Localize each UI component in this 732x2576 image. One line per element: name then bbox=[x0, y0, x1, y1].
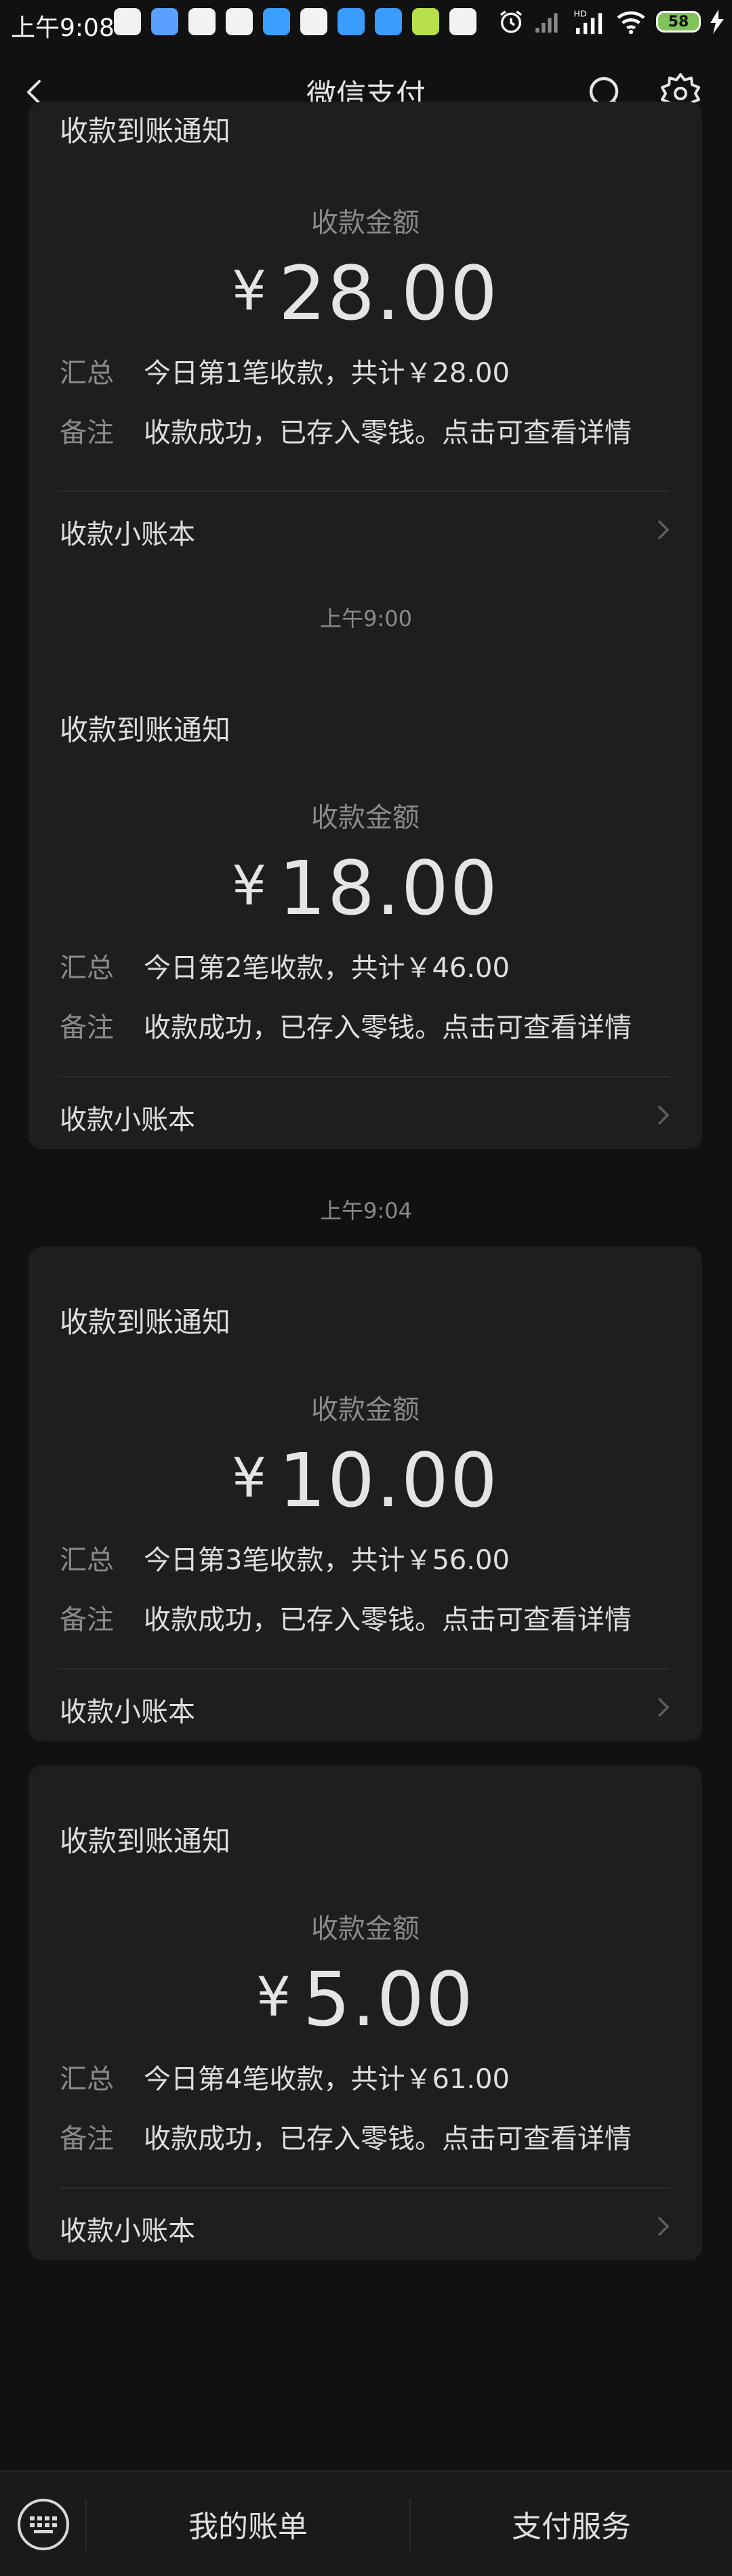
payment-card[interactable]: 收款到账通知 收款金额 ¥10.00 汇总 今日第3笔收款，共计￥56.00 备… bbox=[28, 1247, 702, 1741]
app-notification-icon bbox=[114, 8, 141, 35]
summary-row: 汇总 今日第2笔收款，共计￥46.00 bbox=[60, 946, 510, 985]
app-notification-icon bbox=[375, 8, 402, 35]
note-key: 备注 bbox=[60, 417, 114, 449]
signal-hd-icon: HD bbox=[573, 9, 603, 35]
ledger-link-label: 收款小账本 bbox=[60, 1697, 195, 1728]
ledger-link[interactable]: 收款小账本 bbox=[28, 1077, 702, 1149]
alarm-icon bbox=[500, 10, 522, 33]
amount-number: 18.00 bbox=[278, 845, 499, 932]
amount-value: ¥10.00 bbox=[28, 1443, 702, 1518]
ledger-link[interactable]: 收款小账本 bbox=[28, 1669, 702, 1741]
keyboard-icon[interactable] bbox=[16, 2497, 70, 2552]
payment-card[interactable]: 收款到账通知 收款金额 ¥5.00 汇总 今日第4笔收款，共计￥61.00 备注… bbox=[28, 1766, 702, 2260]
note-row: 备注 收款成功，已存入零钱。点击可查看详情 bbox=[60, 1005, 632, 1045]
bottom-menu-bar: 我的账单 支付服务 bbox=[0, 2470, 732, 2576]
wifi-icon bbox=[617, 11, 645, 35]
payment-card[interactable]: 收款到账通知 收款金额 ¥18.00 汇总 今日第2笔收款，共计￥46.00 备… bbox=[28, 655, 702, 1149]
ledger-link[interactable]: 收款小账本 bbox=[28, 2188, 702, 2260]
summary-value: 今日第2笔收款，共计￥46.00 bbox=[144, 953, 510, 984]
app-notification-icon bbox=[338, 8, 365, 35]
my-bills-button[interactable]: 我的账单 bbox=[87, 2472, 409, 2576]
summary-row: 汇总 今日第3笔收款，共计￥56.00 bbox=[60, 1538, 510, 1577]
amount-label: 收款金额 bbox=[311, 802, 420, 833]
app-notification-icon bbox=[188, 8, 216, 35]
status-bar: 上午9:08 HD 58 bbox=[0, 0, 732, 47]
currency-symbol: ¥ bbox=[232, 1447, 268, 1510]
status-time: 上午9:08 bbox=[11, 14, 115, 42]
summary-key: 汇总 bbox=[60, 953, 114, 984]
svg-text:HD: HD bbox=[573, 9, 587, 19]
amount-number: 10.00 bbox=[278, 1437, 499, 1524]
amount-value: ¥5.00 bbox=[28, 1962, 702, 2037]
card-title: 收款到账通知 bbox=[60, 115, 231, 148]
chevron-right-icon bbox=[658, 520, 670, 539]
chevron-right-icon bbox=[658, 2217, 670, 2236]
app-notification-icon bbox=[412, 8, 439, 35]
note-key: 备注 bbox=[60, 2123, 114, 2155]
currency-symbol: ¥ bbox=[232, 854, 268, 917]
amount-number: 28.00 bbox=[278, 250, 499, 337]
card-title: 收款到账通知 bbox=[60, 713, 231, 747]
ledger-link-label: 收款小账本 bbox=[60, 519, 195, 550]
notification-icons bbox=[114, 8, 476, 35]
note-value: 收款成功，已存入零钱。点击可查看详情 bbox=[144, 1012, 632, 1043]
summary-key: 汇总 bbox=[60, 358, 114, 389]
summary-value: 今日第4笔收款，共计￥61.00 bbox=[144, 2064, 510, 2095]
payment-services-button[interactable]: 支付服务 bbox=[411, 2472, 732, 2576]
ledger-link-label: 收款小账本 bbox=[60, 1104, 195, 1136]
amount-value: ¥28.00 bbox=[28, 256, 702, 331]
currency-symbol: ¥ bbox=[232, 259, 268, 323]
app-notification-icon bbox=[226, 8, 253, 35]
summary-value: 今日第1笔收款，共计￥28.00 bbox=[144, 358, 510, 389]
message-timestamp: 上午9:00 bbox=[320, 606, 412, 631]
note-key: 备注 bbox=[60, 1604, 114, 1636]
note-row: 备注 收款成功，已存入零钱。点击可查看详情 bbox=[60, 2117, 632, 2156]
currency-symbol: ¥ bbox=[256, 1966, 292, 2029]
note-value: 收款成功，已存入零钱。点击可查看详情 bbox=[144, 2123, 632, 2155]
note-key: 备注 bbox=[60, 1012, 114, 1043]
amount-label: 收款金额 bbox=[311, 1394, 420, 1426]
amount-value: ¥18.00 bbox=[28, 851, 702, 926]
ledger-link-label: 收款小账本 bbox=[60, 2216, 195, 2247]
note-row: 备注 收款成功，已存入零钱。点击可查看详情 bbox=[60, 411, 632, 450]
summary-value: 今日第3笔收款，共计￥56.00 bbox=[144, 1545, 510, 1576]
card-title: 收款到账通知 bbox=[60, 1825, 231, 1858]
message-timestamp: 上午9:04 bbox=[320, 1198, 412, 1224]
amount-label: 收款金额 bbox=[311, 207, 420, 238]
summary-key: 汇总 bbox=[60, 1545, 114, 1576]
summary-key: 汇总 bbox=[60, 2064, 114, 2095]
app-notification-icon bbox=[151, 8, 178, 35]
amount-number: 5.00 bbox=[302, 1956, 474, 2043]
app-notification-icon bbox=[263, 8, 290, 35]
note-row: 备注 收款成功，已存入零钱。点击可查看详情 bbox=[60, 1598, 632, 1637]
ledger-link[interactable]: 收款小账本 bbox=[28, 492, 702, 566]
battery-indicator: 58 bbox=[656, 11, 701, 33]
summary-row: 汇总 今日第4笔收款，共计￥61.00 bbox=[60, 2057, 510, 2096]
amount-label: 收款金额 bbox=[311, 1913, 420, 1945]
note-value: 收款成功，已存入零钱。点击可查看详情 bbox=[144, 417, 632, 449]
signal-icon bbox=[535, 13, 558, 33]
chevron-right-icon bbox=[658, 1698, 670, 1717]
chevron-right-icon bbox=[658, 1106, 670, 1125]
card-title: 收款到账通知 bbox=[60, 1306, 231, 1339]
charging-icon bbox=[710, 9, 724, 34]
note-value: 收款成功，已存入零钱。点击可查看详情 bbox=[144, 1604, 632, 1636]
app-notification-icon bbox=[300, 8, 327, 35]
download-icon bbox=[449, 8, 476, 35]
summary-row: 汇总 今日第1笔收款，共计￥28.00 bbox=[60, 351, 510, 390]
